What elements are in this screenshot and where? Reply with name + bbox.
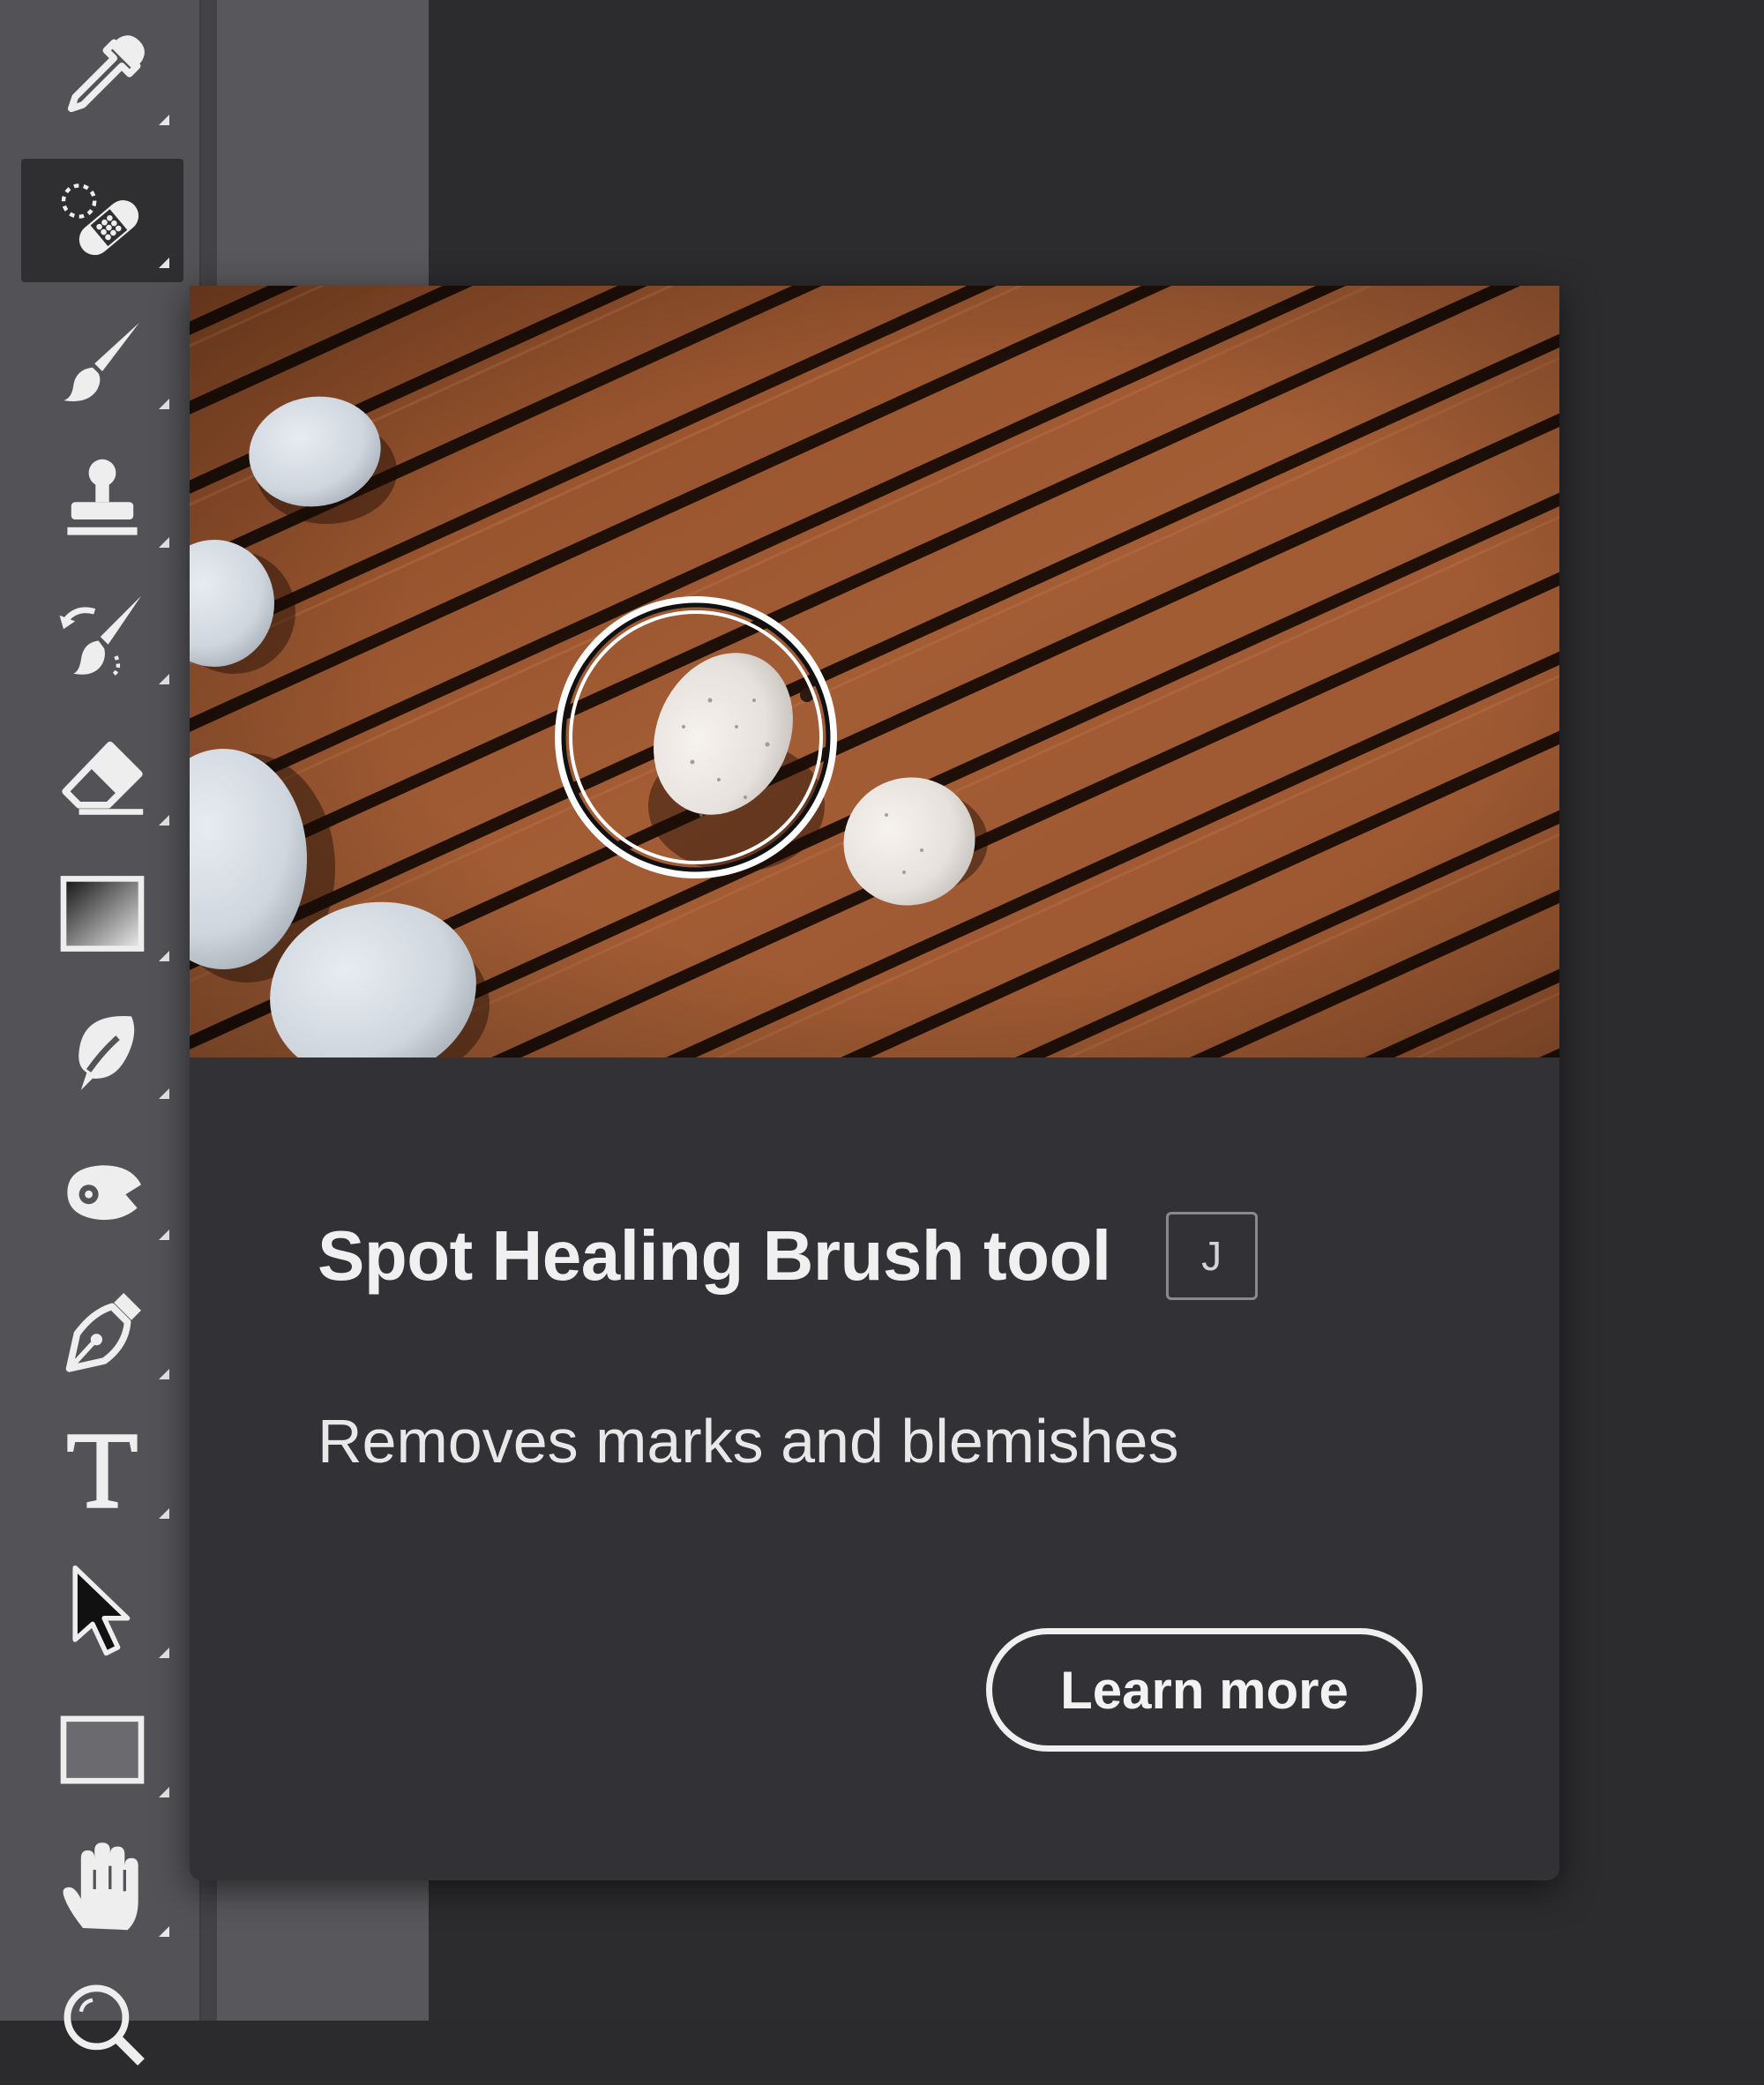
tool-group-indicator bbox=[159, 399, 169, 409]
eyedropper-tool[interactable] bbox=[21, 16, 183, 139]
tool-group-indicator bbox=[159, 951, 169, 961]
hand-tool[interactable] bbox=[21, 1827, 183, 1951]
tooltip-title: Spot Healing Brush tool bbox=[318, 1216, 1111, 1295]
type-tool[interactable] bbox=[21, 1409, 183, 1533]
tooltip-title-row: Spot Healing Brush tool J bbox=[318, 1203, 1258, 1309]
tool-group-indicator bbox=[159, 1369, 169, 1379]
tool-group-indicator bbox=[159, 1508, 169, 1519]
eyedropper-icon bbox=[67, 35, 145, 113]
brush-tool[interactable] bbox=[21, 300, 183, 423]
tooltip-description: Removes marks and blemishes bbox=[318, 1407, 1179, 1476]
type-icon bbox=[67, 1434, 138, 1508]
tool-group-indicator bbox=[159, 1926, 169, 1937]
history-brush-tool[interactable] bbox=[21, 575, 183, 699]
tool-group-indicator bbox=[159, 1648, 169, 1658]
gradient-tool[interactable] bbox=[21, 852, 183, 975]
dodge-tool[interactable] bbox=[21, 1131, 183, 1254]
spot-healing-brush-tool[interactable] bbox=[21, 159, 183, 282]
rectangle-tool[interactable] bbox=[21, 1688, 183, 1812]
tool-group-indicator bbox=[159, 1787, 169, 1797]
brush-icon bbox=[64, 323, 139, 401]
tool-group-indicator bbox=[159, 815, 169, 826]
pen-tool[interactable] bbox=[21, 1270, 183, 1394]
rectangle-icon bbox=[60, 1715, 145, 1784]
gradient-icon bbox=[60, 876, 145, 952]
arrow-icon bbox=[72, 1565, 131, 1656]
drop-icon bbox=[78, 1016, 135, 1090]
learn-more-button[interactable]: Learn more bbox=[986, 1628, 1423, 1752]
tools-panel bbox=[0, 0, 201, 2066]
eraser-icon bbox=[62, 741, 144, 815]
tool-group-indicator bbox=[159, 1088, 169, 1099]
bandage-icon bbox=[61, 183, 139, 256]
clone-stamp-tool[interactable] bbox=[21, 438, 183, 562]
tool-group-indicator bbox=[159, 1229, 169, 1240]
eraser-tool[interactable] bbox=[21, 716, 183, 840]
history-brush-icon bbox=[59, 595, 141, 677]
tool-tooltip-card: Spot Healing Brush tool J Removes marks … bbox=[190, 286, 1559, 1880]
tool-group-indicator bbox=[159, 115, 169, 125]
tool-group-indicator bbox=[159, 258, 169, 268]
tool-preview-image bbox=[190, 286, 1559, 1057]
pen-icon bbox=[65, 1293, 141, 1372]
dodge-icon bbox=[67, 1165, 141, 1221]
shortcut-key-badge: J bbox=[1165, 1212, 1258, 1300]
hand-icon bbox=[63, 1842, 138, 1931]
zoom-icon bbox=[64, 1984, 145, 2066]
stamp-icon bbox=[67, 459, 138, 535]
path-selection-tool[interactable] bbox=[21, 1549, 183, 1672]
tool-group-indicator bbox=[159, 674, 169, 684]
blur-tool[interactable] bbox=[21, 990, 183, 1113]
zoom-tool[interactable] bbox=[21, 1962, 183, 2085]
tool-group-indicator bbox=[159, 537, 169, 548]
